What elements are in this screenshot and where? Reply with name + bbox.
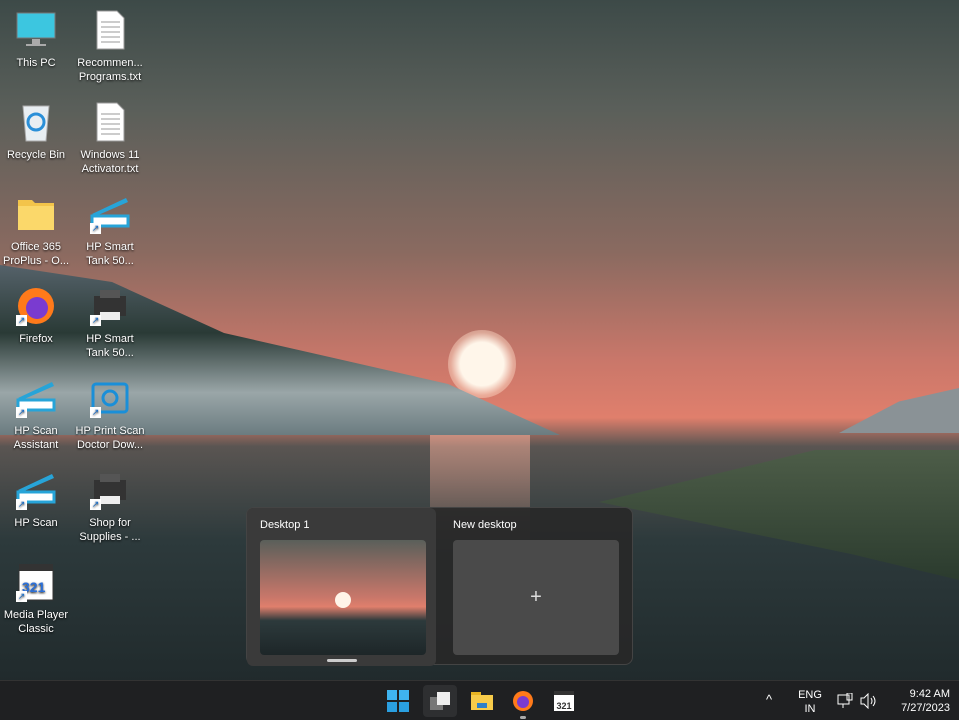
wallpaper-hill-right <box>839 388 959 433</box>
media-player-button[interactable]: 321 <box>547 685 581 717</box>
desktop-icon[interactable]: Recommen... Programs.txt <box>74 10 146 84</box>
text-file-icon <box>90 10 130 50</box>
desktop-icon[interactable]: This PC <box>0 10 72 70</box>
clock[interactable]: 9:42 AM 7/27/2023 <box>888 687 950 715</box>
desktop-icon-label: Media Player Classic <box>3 609 69 635</box>
desktop-1-card[interactable]: Desktop 1 <box>247 508 436 666</box>
desktop-icon-label: HP Scan Assistant <box>13 425 59 451</box>
shortcut-arrow-icon: ↗ <box>90 315 101 326</box>
shortcut-arrow-icon: ↗ <box>90 499 101 510</box>
desktop-icon-label: HP Smart Tank 50... <box>86 241 134 267</box>
desktop-icon[interactable]: ↗ Firefox <box>0 286 72 346</box>
desktop-icon[interactable]: Windows 11 Activator.txt <box>74 102 146 176</box>
show-hidden-icons-button[interactable]: ^ <box>766 693 772 707</box>
desktop-icon[interactable]: 321 ↗ Media Player Classic <box>0 562 72 636</box>
start-button[interactable] <box>381 685 415 717</box>
hp-doctor-icon: ↗ <box>90 378 130 418</box>
scanner-icon: ↗ <box>16 378 56 418</box>
language-indicator[interactable]: ENG IN <box>795 688 825 716</box>
folder-icon <box>471 692 493 710</box>
desktop-icon-label: Windows 11 Activator.txt <box>80 149 140 175</box>
media-player-icon: 321 <box>554 691 574 711</box>
desktop-icon[interactable]: Recycle Bin <box>0 102 72 162</box>
folder-icon <box>16 194 56 234</box>
desktop-icon[interactable]: ↗ HP Scan Assistant <box>0 378 72 452</box>
desktop-icon-label: Office 365 ProPlus - O... <box>2 241 70 267</box>
scanner-icon: ↗ <box>90 194 130 234</box>
media-player-icon: 321 ↗ <box>16 562 56 602</box>
language-code: ENG <box>798 689 822 701</box>
time: 9:42 AM <box>909 688 950 700</box>
shortcut-arrow-icon: ↗ <box>90 407 101 418</box>
wallpaper-sun <box>448 330 516 398</box>
firefox-icon: ↗ <box>16 286 56 326</box>
task-view-icon <box>430 692 450 710</box>
task-view-panel: Desktop 1 New desktop + <box>246 507 633 666</box>
task-view-button[interactable] <box>423 685 457 717</box>
printer-icon: ↗ <box>90 470 130 510</box>
desktop-icon-label: Recommen... Programs.txt <box>77 57 143 83</box>
new-desktop-button[interactable]: + <box>453 540 619 655</box>
windows-logo-icon <box>387 690 409 712</box>
new-desktop-label: New desktop <box>453 519 517 531</box>
desktop-1-label: Desktop 1 <box>260 519 310 531</box>
file-explorer-button[interactable] <box>465 685 499 717</box>
desktop-icon-label: Shop for Supplies - ... <box>79 517 141 543</box>
printer-icon: ↗ <box>90 286 130 326</box>
desktop-icon[interactable]: ↗ HP Scan <box>0 470 72 530</box>
date: 7/27/2023 <box>901 702 950 714</box>
desktop-icon-label: HP Print Scan Doctor Dow... <box>75 425 145 451</box>
monitor-icon <box>16 10 56 50</box>
shortcut-arrow-icon: ↗ <box>90 223 101 234</box>
recycle-bin-icon <box>16 102 56 142</box>
desktop-icon-label: Recycle Bin <box>6 149 66 161</box>
desktop-icon[interactable]: ↗ Shop for Supplies - ... <box>74 470 146 544</box>
desktop-icon[interactable]: ↗ HP Print Scan Doctor Dow... <box>74 378 146 452</box>
new-desktop-card[interactable]: New desktop + <box>440 508 629 666</box>
shortcut-arrow-icon: ↗ <box>16 407 27 418</box>
shortcut-arrow-icon: ↗ <box>16 315 27 326</box>
taskbar: 321 ^ ENG IN 9:42 AM 7/27/2023 <box>0 680 959 720</box>
shortcut-arrow-icon: ↗ <box>16 591 27 602</box>
desktop-icon-label: HP Smart Tank 50... <box>86 333 134 359</box>
desktop-icon-label: Firefox <box>19 333 53 345</box>
desktop-icon-label: HP Scan <box>14 517 58 529</box>
firefox-button[interactable] <box>506 685 540 719</box>
desktop-icon[interactable]: Office 365 ProPlus - O... <box>0 194 72 268</box>
running-indicator <box>520 716 526 719</box>
wallpaper-grass <box>599 450 959 580</box>
volume-icon[interactable] <box>860 693 878 709</box>
text-file-icon <box>90 102 130 142</box>
plus-icon: + <box>530 586 542 608</box>
network-icon[interactable] <box>837 693 853 709</box>
scanner-icon: ↗ <box>16 470 56 510</box>
active-indicator <box>327 659 357 662</box>
desktop-1-thumbnail[interactable] <box>260 540 426 655</box>
desktop-icon-label: This PC <box>16 57 56 69</box>
desktop-icon[interactable]: ↗ HP Smart Tank 50... <box>74 286 146 360</box>
keyboard-region: IN <box>804 703 816 715</box>
shortcut-arrow-icon: ↗ <box>16 499 27 510</box>
desktop-icon[interactable]: ↗ HP Smart Tank 50... <box>74 194 146 268</box>
firefox-icon <box>513 691 533 711</box>
